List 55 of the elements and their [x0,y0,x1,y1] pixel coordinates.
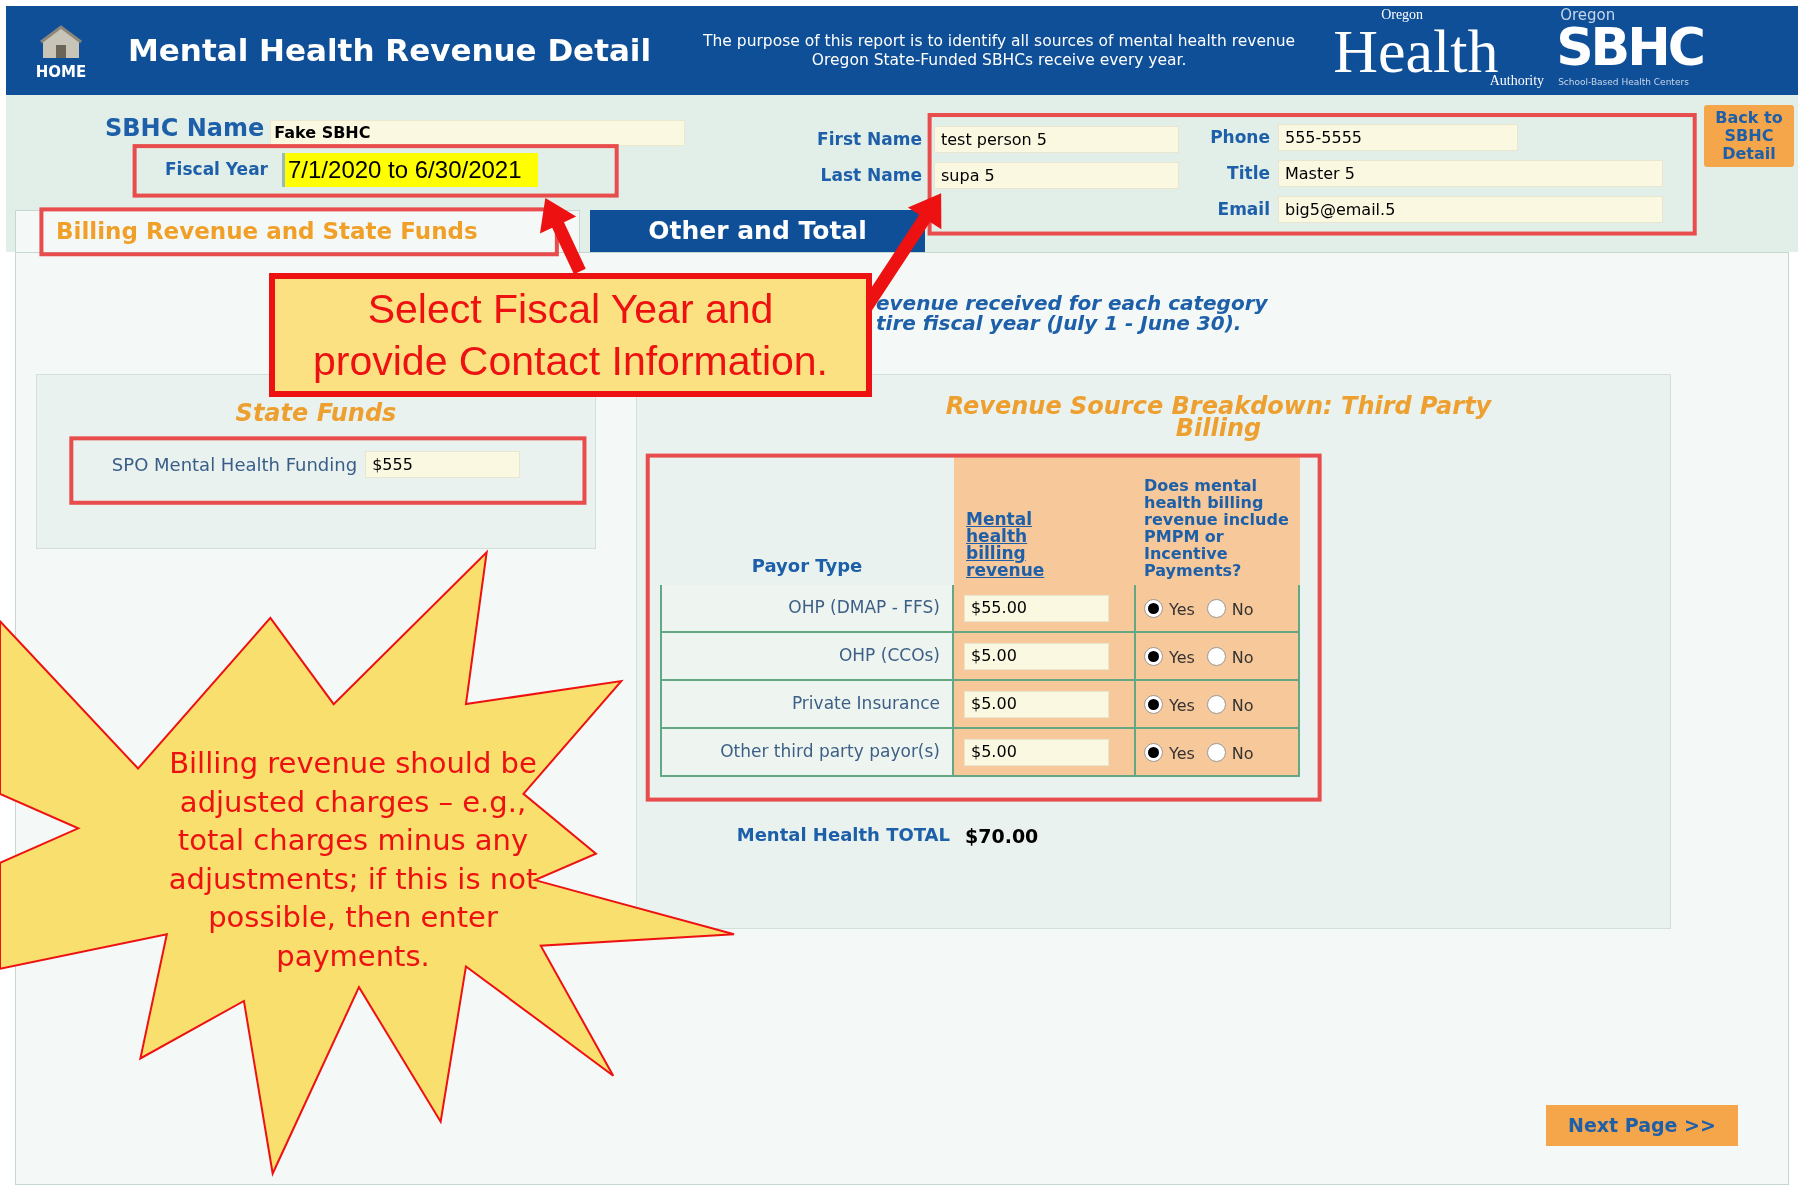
field-label: Email [1216,197,1270,221]
home-link[interactable]: HOME [35,61,87,84]
input-field[interactable]: test person 5 [934,126,1179,153]
callout-text: Select Fiscal Year and [367,285,774,334]
input-field[interactable]: big5@email.5 [1278,196,1663,223]
radio-label: No [1231,647,1254,669]
revenue-input[interactable]: $55.00 [964,594,1109,622]
field-label: First Name [816,127,922,151]
total-label: Mental Health TOTAL [735,823,950,848]
radio-label: Yes [1169,743,1195,765]
radio-option[interactable]: No [1206,594,1254,622]
input-field[interactable]: $555 [365,451,521,478]
total-value: $70.00 [965,824,1039,849]
input-field[interactable]: Master 5 [1278,160,1663,187]
instruction-text: evenue received for each category tire fiscal year (July 1 - June 30). [876,293,1268,333]
radio-label: No [1231,743,1254,765]
fiscal-year-select[interactable]: 7/1/2020 to 6/30/2021 [282,153,538,187]
input-field[interactable]: 555-5555 [1278,124,1518,151]
field-label: SBHC Name [105,113,265,144]
revenue-input[interactable]: $5.00 [964,690,1109,718]
column-header: Payor Type [750,554,864,578]
radio-option[interactable]: Yes [1144,594,1195,622]
radio-label: Yes [1169,695,1195,717]
payor-cell: OHP (CCOs) [660,633,954,679]
radio-option[interactable]: Yes [1144,738,1195,766]
payor-cell: Private Insurance [660,681,954,727]
field-label: Title [1226,161,1270,185]
panel-title: Revenue Source Breakdown: Third Party Billing [944,395,1493,439]
field-label: Last Name [819,163,922,187]
radio-label: Yes [1169,647,1195,669]
panel-title: State Funds [235,398,397,429]
payor-cell: OHP (DMAP - FFS) [660,585,954,631]
radio-option[interactable]: Yes [1144,642,1195,670]
radio-option[interactable]: No [1206,642,1254,670]
revenue-input[interactable]: $5.00 [964,738,1109,766]
radio-option[interactable]: No [1206,738,1254,766]
radio-label: No [1231,599,1254,621]
logo-text: School-Based Health Centers [1558,76,1689,89]
field-label: Fiscal Year [165,158,268,182]
input-field[interactable]: supa 5 [934,162,1179,189]
radio-option[interactable]: No [1206,690,1254,718]
logo-text: Oregon [1381,8,1424,22]
callout-text: provide Contact Information. [312,337,828,386]
page-title: Mental Health Revenue Detail [128,31,652,71]
starburst-text: Billing revenue should be adjusted charges – e.g., total charges minus any adjustments; if this is not possible, then enter payments. [167,745,539,975]
field-label: SPO Mental Health Funding [111,453,358,477]
radio-label: Yes [1169,599,1195,621]
input-field[interactable]: Fake SBHC [270,120,686,146]
tab[interactable]: Other and Total [590,210,925,252]
revenue-input[interactable]: $5.00 [964,642,1109,670]
report-description: The purpose of this report is to identify all sources of mental health revenue Oregon State-Funded SBHCs receive every year. [702,31,1297,70]
radio-label: No [1231,695,1254,717]
radio-option[interactable]: Yes [1144,690,1195,718]
field-label: Phone [1209,125,1270,149]
payor-cell: Other third party payor(s) [660,729,954,775]
